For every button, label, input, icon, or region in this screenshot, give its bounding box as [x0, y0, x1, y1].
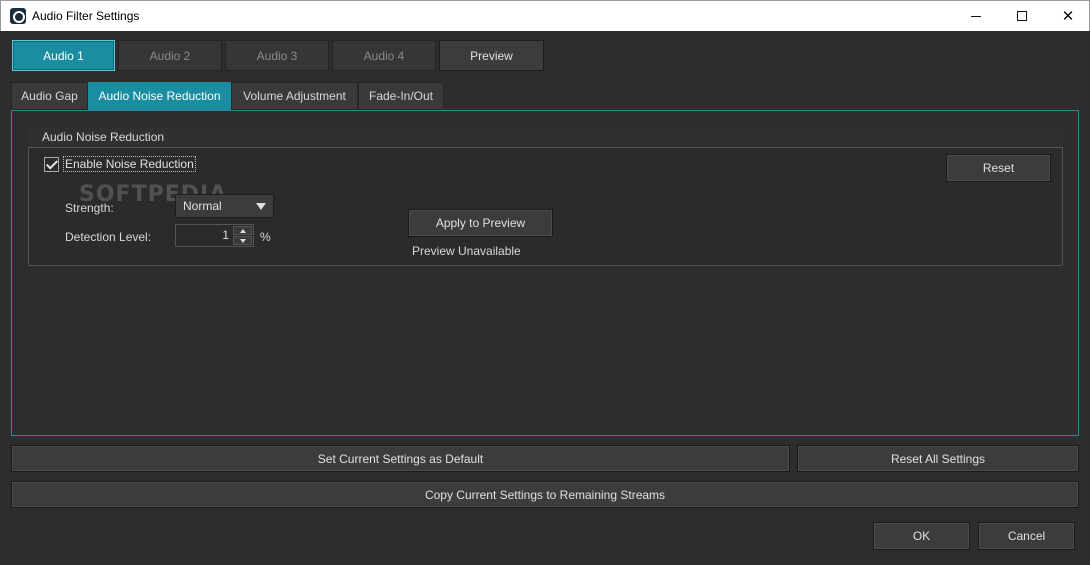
tab-audio-1[interactable]: Audio 1	[12, 40, 115, 71]
close-icon: ✕	[1061, 8, 1075, 25]
close-button[interactable]: ✕	[1045, 1, 1090, 31]
tab-audio-3[interactable]: Audio 3	[225, 40, 329, 71]
cancel-button[interactable]: Cancel	[978, 522, 1075, 550]
strength-dropdown[interactable]: Normal	[175, 194, 274, 218]
tab-audio-4[interactable]: Audio 4	[332, 40, 436, 71]
percent-unit-label: %	[260, 230, 271, 244]
strength-value: Normal	[183, 199, 222, 213]
reset-button[interactable]: Reset	[946, 154, 1051, 182]
title-bar: Audio Filter Settings ✕	[0, 0, 1090, 31]
noise-reduction-group: Audio Noise Reduction Enable Noise Reduc…	[28, 127, 1063, 266]
detection-level-label: Detection Level:	[65, 230, 152, 244]
detection-level-stepper[interactable]: 1	[175, 224, 254, 247]
tab-preview[interactable]: Preview	[439, 40, 544, 71]
tab-audio-noise-reduction[interactable]: Audio Noise Reduction	[88, 82, 231, 110]
tab-volume-adjustment[interactable]: Volume Adjustment	[231, 82, 358, 110]
window-title: Audio Filter Settings	[32, 9, 140, 23]
ok-button[interactable]: OK	[873, 522, 970, 550]
reset-all-settings-button[interactable]: Reset All Settings	[797, 445, 1079, 472]
tab-audio-2[interactable]: Audio 2	[118, 40, 222, 71]
enable-noise-reduction-checkbox[interactable]	[44, 157, 59, 172]
enable-noise-reduction-label[interactable]: Enable Noise Reduction	[63, 156, 196, 172]
minimize-button[interactable]	[953, 1, 999, 31]
tab-fade-in-out[interactable]: Fade-In/Out	[358, 82, 444, 110]
copy-settings-button[interactable]: Copy Current Settings to Remaining Strea…	[11, 481, 1079, 508]
stepper-up-icon[interactable]	[233, 226, 252, 235]
settings-panel: Audio Noise Reduction Enable Noise Reduc…	[11, 110, 1079, 436]
stepper-down-icon[interactable]	[233, 236, 252, 245]
maximize-icon	[1017, 11, 1027, 21]
minimize-icon	[971, 15, 981, 17]
apply-to-preview-button[interactable]: Apply to Preview	[408, 209, 553, 237]
stepper-buttons	[233, 226, 252, 245]
preview-status-text: Preview Unavailable	[412, 244, 521, 258]
maximize-button[interactable]	[999, 1, 1045, 31]
tab-audio-gap[interactable]: Audio Gap	[11, 82, 88, 110]
group-title: Audio Noise Reduction	[28, 127, 1063, 148]
set-default-button[interactable]: Set Current Settings as Default	[11, 445, 790, 472]
strength-label: Strength:	[65, 201, 114, 215]
app-icon	[10, 8, 26, 24]
chevron-down-icon	[256, 203, 266, 210]
detection-level-value: 1	[222, 228, 229, 242]
